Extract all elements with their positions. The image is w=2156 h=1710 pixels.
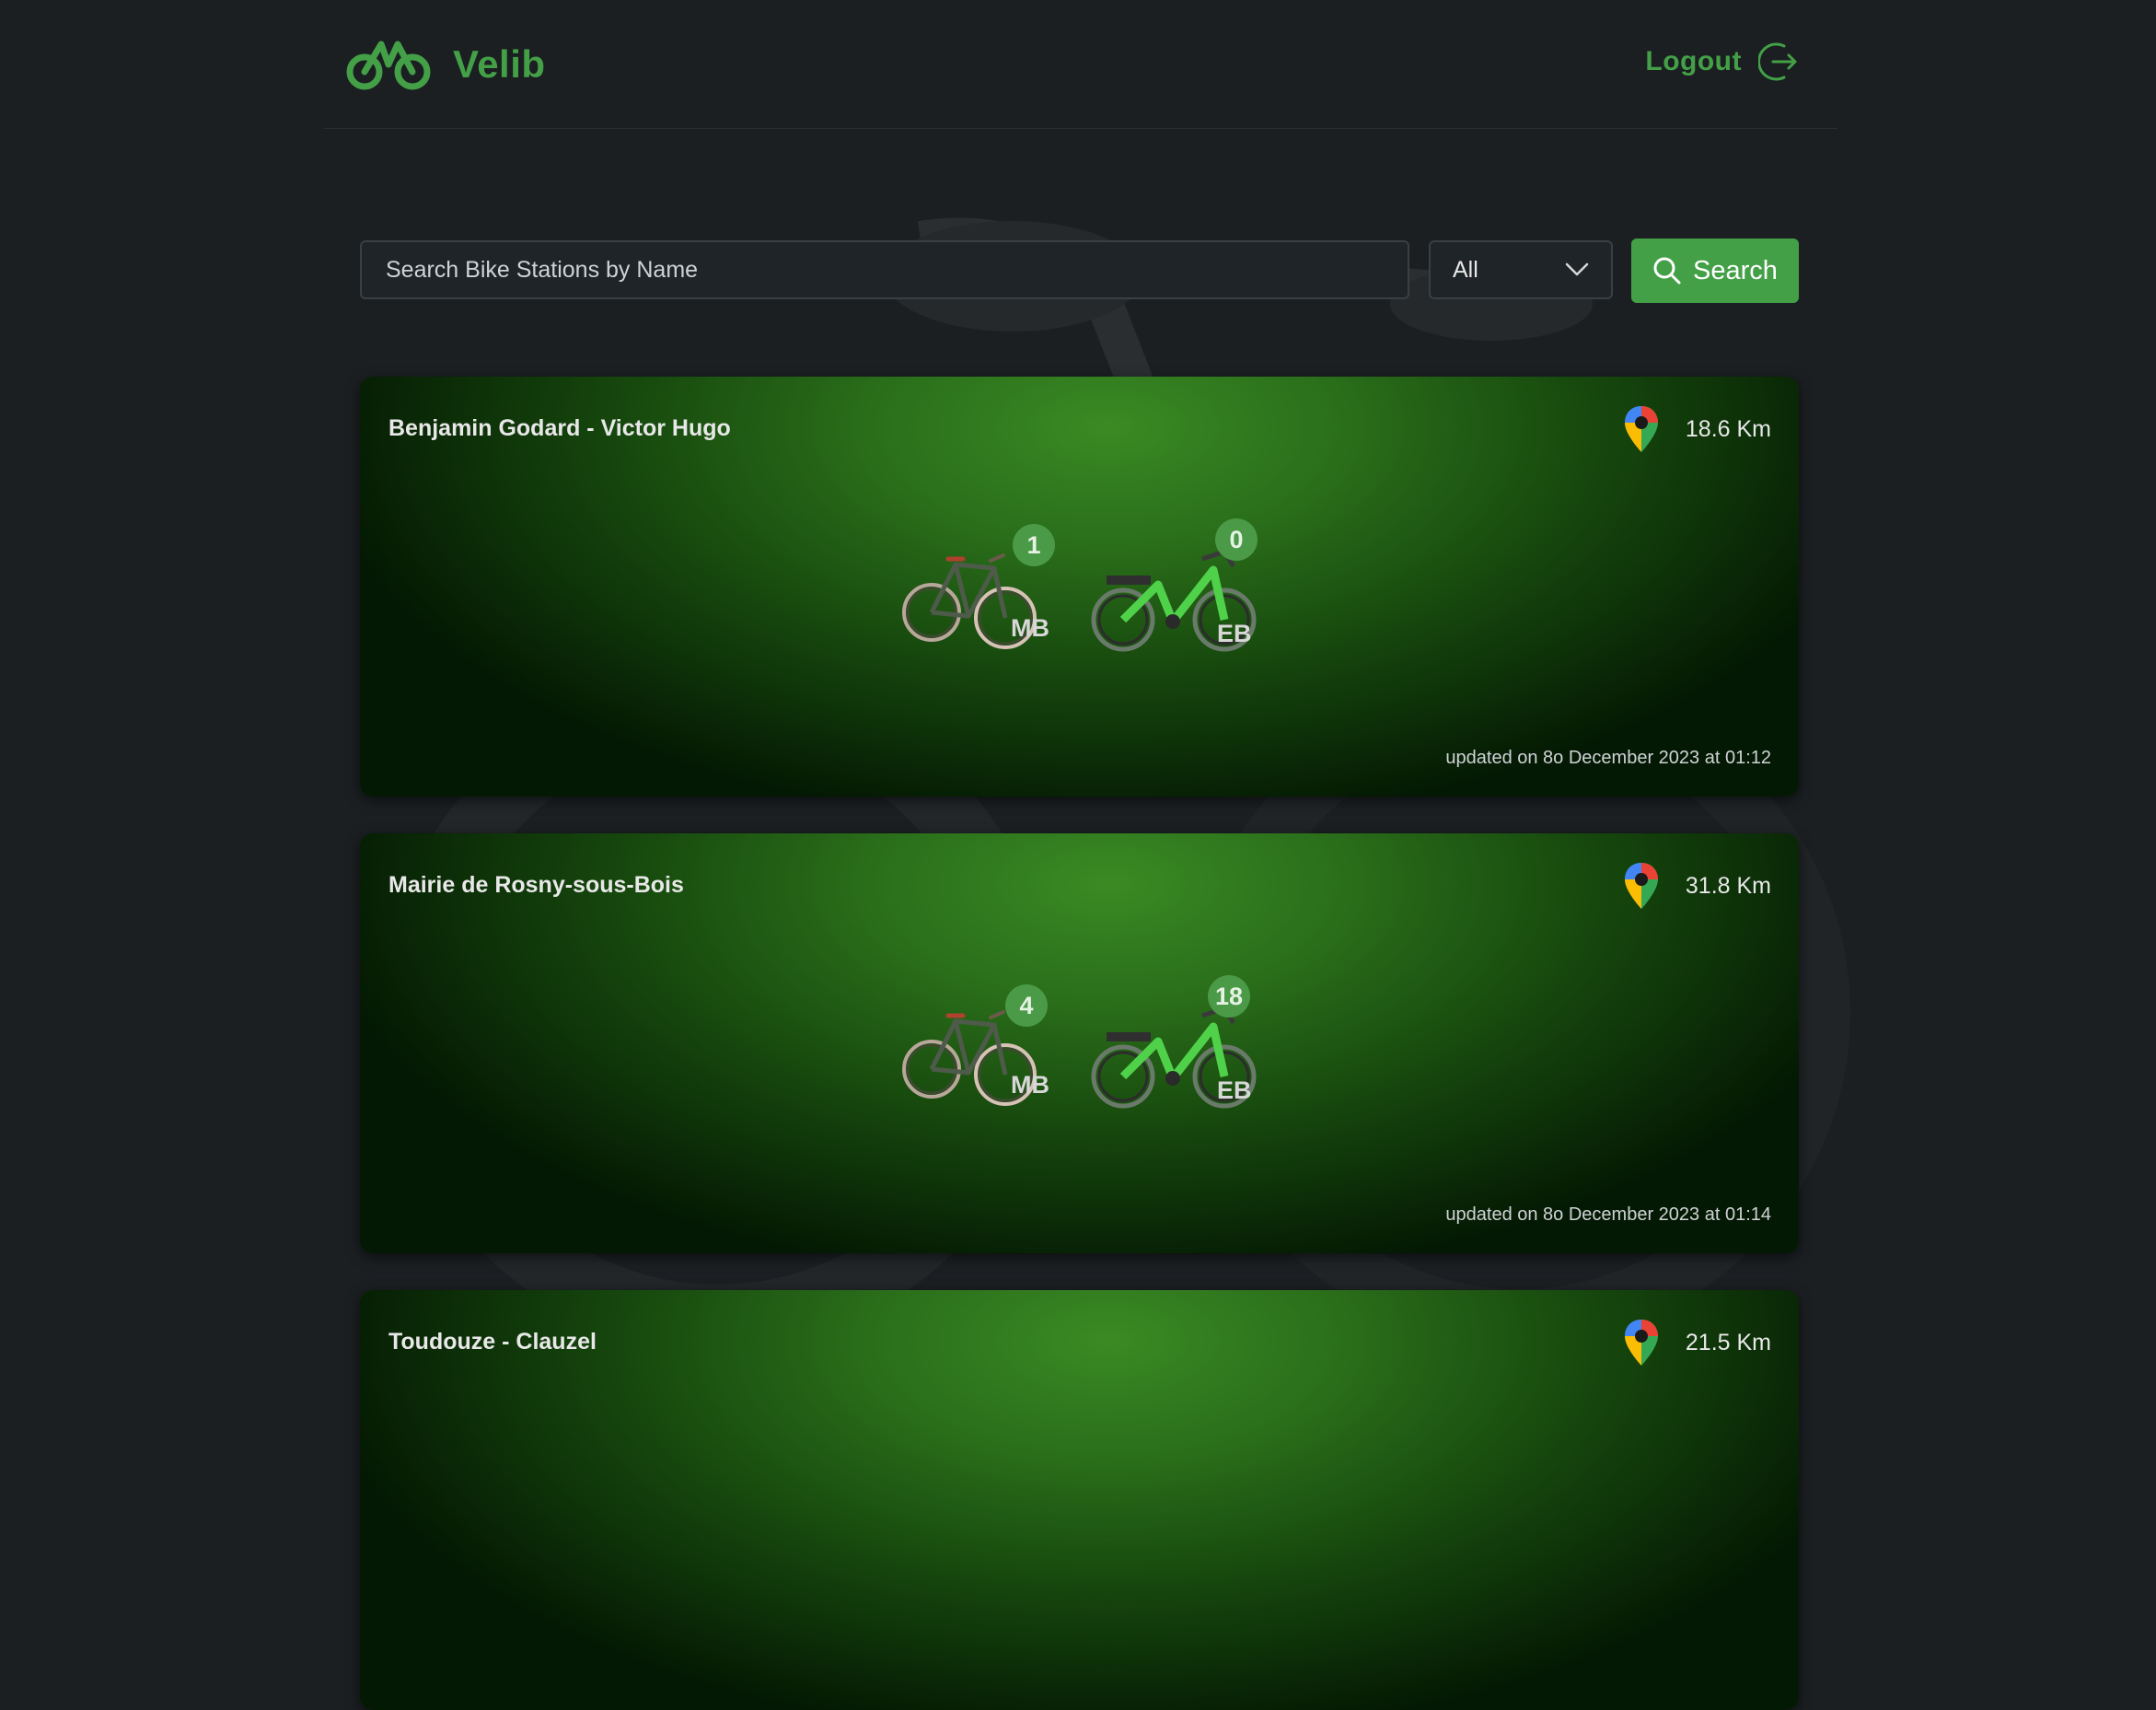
mechanical-bike-count-badge: 1 <box>1013 524 1055 566</box>
station-search-input[interactable] <box>360 240 1409 299</box>
mechanical-bike-label: MB <box>1011 614 1049 642</box>
bike-availability: 1 MB 0 EB <box>902 515 1289 690</box>
logout-button[interactable]: Logout <box>1645 41 1801 83</box>
station-card[interactable]: Benjamin Godard - Victor Hugo 18.6 Km 1 … <box>360 377 1799 797</box>
map-pin-icon[interactable] <box>1623 404 1660 454</box>
filter-selected-value: All <box>1453 256 1478 283</box>
station-name: Mairie de Rosny-sous-Bois <box>388 872 684 898</box>
station-location: 31.8 Km <box>1623 861 1771 911</box>
station-distance: 21.5 Km <box>1685 1329 1771 1355</box>
station-card[interactable]: Mairie de Rosny-sous-Bois 31.8 Km 4 MB 1… <box>360 833 1799 1253</box>
top-navbar: Velib Logout <box>324 0 1837 129</box>
mechanical-bike-label: MB <box>1011 1071 1049 1099</box>
logout-label: Logout <box>1645 46 1742 76</box>
bike-logo-icon <box>346 41 431 90</box>
bike-type-filter-select[interactable]: All <box>1429 240 1613 299</box>
brand-name: Velib <box>453 42 546 86</box>
search-button-label: Search <box>1693 255 1778 285</box>
electric-bike-count-badge: 0 <box>1215 518 1258 561</box>
station-name: Toudouze - Clauzel <box>388 1329 597 1355</box>
station-location: 18.6 Km <box>1623 404 1771 454</box>
station-location: 21.5 Km <box>1623 1318 1771 1367</box>
station-name: Benjamin Godard - Victor Hugo <box>388 415 731 441</box>
brand-logo[interactable]: Velib <box>344 35 546 94</box>
station-distance: 18.6 Km <box>1685 415 1771 442</box>
electric-bike-count-badge: 18 <box>1208 975 1250 1018</box>
search-button[interactable]: Search <box>1631 238 1799 303</box>
station-card[interactable]: Toudouze - Clauzel 21.5 Km <box>360 1290 1799 1710</box>
mechanical-bike-count-badge: 4 <box>1005 984 1048 1027</box>
map-pin-icon[interactable] <box>1623 1318 1660 1367</box>
bike-availability: 4 MB 18 EB <box>902 971 1289 1146</box>
electric-bike-label: EB <box>1217 620 1252 647</box>
last-updated-text: updated on 8o December 2023 at 01:12 <box>1445 748 1771 768</box>
search-bar: All Search <box>360 238 1799 303</box>
logout-arrow-icon <box>1758 42 1797 81</box>
chevron-down-icon <box>1565 262 1589 276</box>
map-pin-icon[interactable] <box>1623 861 1660 911</box>
last-updated-text: updated on 8o December 2023 at 01:14 <box>1445 1204 1771 1225</box>
electric-bike-label: EB <box>1217 1076 1252 1104</box>
search-icon <box>1653 257 1681 285</box>
station-distance: 31.8 Km <box>1685 872 1771 899</box>
